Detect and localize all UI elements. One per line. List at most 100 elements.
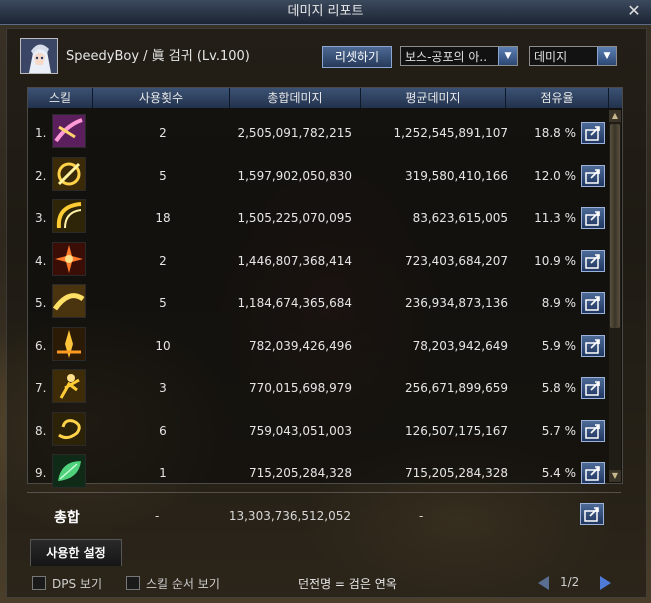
rank-number: 9. [35,466,47,480]
table-row: 4. 2 1,446,807,368,414 723,403,684,207 10.9 … [28,238,608,280]
average-damage: 319,580,410,166 [404,168,508,183]
total-damage: 1,597,902,050,830 [237,168,352,183]
average-damage: 723,403,684,207 [404,253,508,268]
dungeon-select[interactable]: 보스-공포의 아.. ▼ [400,46,518,66]
skill-icon-green-leaf [52,454,86,488]
share-button[interactable] [581,462,605,484]
skill-icon-gold-flame [52,326,86,361]
share-button[interactable] [581,122,605,144]
share-button[interactable] [581,292,605,314]
total-damage: 759,043,051,003 [248,423,352,438]
table-row: 1. 2 2,505,091,782,215 1,252,545,891,107 18.… [28,110,608,152]
share-button[interactable] [581,207,605,229]
metric-select-value: 데미지 [534,50,568,64]
skill-order-checkbox[interactable] [126,576,140,590]
totals-row: 총합 - 13,303,736,512,052 - [27,492,621,535]
uses-count: 3 [159,381,167,395]
totals-label: 총합 [54,510,80,526]
damage-share: 5.4 % [541,466,576,480]
scrollbar[interactable]: ▲ ▼ [609,110,621,482]
footer-bar: DPS 보기 스킬 순서 보기 던전명 = 검은 연옥 1/2 [0,572,651,596]
table-row: 6. 10 782,039,426,496 78,203,942,649 5.9 % [28,323,608,365]
skill-icon-gold-arc [52,199,86,233]
share-button[interactable] [581,164,605,187]
skill-icon-red-burst [52,241,86,276]
table-row: 9. 1 715,205,284,328 715,205,284,328 5.4 % [28,450,608,492]
close-icon[interactable]: ✕ [625,1,643,21]
total-damage: 715,205,284,328 [248,466,352,480]
damage-share: 5.9 % [541,338,576,353]
table-row: 5. 5 1,184,674,365,684 236,934,873,136 8.9 % [28,280,608,322]
average-damage: 78,203,942,649 [412,338,508,353]
rank-number: 1. [35,126,47,140]
totals-uses: - [155,509,160,523]
totals-damage: 13,303,736,512,052 [228,509,351,523]
header-avg-damage: 평균데미지 [361,88,506,108]
share-button[interactable] [581,334,605,357]
rank-number: 6. [35,338,47,353]
rank-number: 5. [35,296,47,310]
dungeon-select-value: 보스-공포의 아.. [405,50,488,64]
reset-button[interactable]: 리셋하기 [322,46,392,68]
share-button[interactable] [581,419,605,442]
uses-count: 5 [159,296,167,310]
total-damage: 2,505,091,782,215 [237,126,352,140]
uses-count: 2 [159,253,167,268]
rank-number: 8. [35,423,47,438]
header-share: 점유율 [506,88,609,108]
total-damage: 782,039,426,496 [248,338,352,353]
skill-icon-gold-wave [52,284,86,318]
rank-number: 2. [35,168,47,183]
chevron-down-icon: ▼ [498,47,517,65]
average-damage: 83,623,615,005 [412,211,508,225]
rank-number: 3. [35,211,47,225]
uses-count: 18 [155,211,171,225]
damage-share: 11.3 % [534,211,576,225]
uses-count: 10 [155,338,171,353]
average-damage: 256,671,899,659 [404,381,508,395]
header-skill: 스킬 [28,88,93,108]
page-indicator: 1/2 [560,575,580,589]
share-button[interactable] [581,377,605,399]
share-button[interactable] [581,249,605,272]
total-damage: 770,015,698,979 [248,381,352,395]
total-damage: 1,184,674,365,684 [237,296,352,310]
average-damage: 126,507,175,167 [404,423,508,438]
scroll-thumb[interactable] [610,124,620,328]
scroll-down-icon[interactable]: ▼ [609,470,621,482]
total-damage: 1,446,807,368,414 [237,253,352,268]
metric-select[interactable]: 데미지 ▼ [529,46,617,66]
uses-count: 1 [159,466,167,480]
uses-count: 6 [159,423,167,438]
table-row: 3. 18 1,505,225,070,095 83,623,615,005 11.3 … [28,195,608,237]
damage-share: 18.8 % [534,126,576,140]
title-bar: 데미지 리포트 ✕ [0,0,651,25]
tab-used-settings[interactable]: 사용한 설정 [30,539,122,566]
damage-table: 스킬 사용횟수 총합데미지 평균데미지 점유율 1. 2 2,505,091,782… [27,87,623,488]
rank-number: 7. [35,381,47,395]
table-header: 스킬 사용횟수 총합데미지 평균데미지 점유율 [28,88,622,108]
skill-order-label: 스킬 순서 보기 [146,577,220,591]
damage-share: 12.0 % [534,168,576,183]
skill-icon-gold-figure [52,369,86,403]
page-prev-icon[interactable] [538,576,549,590]
skill-icon-gold-swirl [52,411,86,446]
dps-checkbox[interactable] [32,576,46,590]
average-damage: 1,252,545,891,107 [393,126,508,140]
header-total-damage: 총합데미지 [230,88,361,108]
dps-label: DPS 보기 [52,577,102,591]
character-avatar [20,38,58,74]
skill-icon-purple-slash [52,114,86,148]
header-uses: 사용횟수 [93,88,230,108]
share-button[interactable] [580,503,604,525]
dungeon-legend: 던전명 = 검은 연옥 [298,577,397,591]
chevron-down-icon: ▼ [597,47,616,65]
average-damage: 236,934,873,136 [404,296,508,310]
page-next-icon[interactable] [600,576,611,590]
table-row: 2. 5 1,597,902,050,830 319,580,410,166 12.0 … [28,153,608,195]
damage-share: 10.9 % [534,253,576,268]
scroll-up-icon[interactable]: ▲ [609,110,621,122]
totals-avg: - [419,509,424,523]
damage-share: 5.8 % [541,381,576,395]
uses-count: 5 [159,168,167,183]
